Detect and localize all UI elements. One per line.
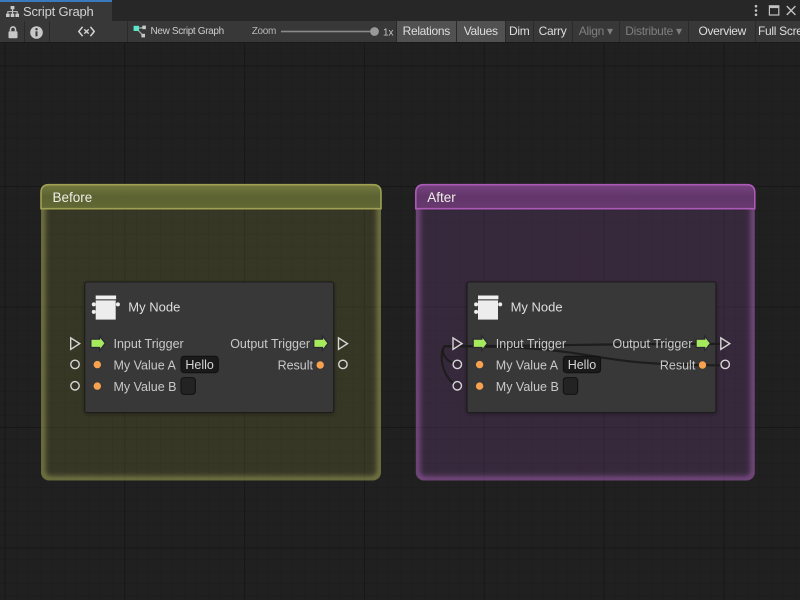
svg-text:Hello: Hello	[568, 358, 597, 372]
svg-text:Output Trigger: Output Trigger	[230, 337, 310, 351]
svg-text:Result: Result	[660, 359, 696, 373]
svg-text:Hello: Hello	[185, 358, 214, 372]
svg-text:Result: Result	[278, 359, 314, 373]
svg-text:1x: 1x	[383, 27, 394, 38]
svg-text:My Node: My Node	[128, 300, 180, 315]
svg-text:Input Trigger: Input Trigger	[496, 337, 566, 351]
svg-text:My Value B: My Value B	[114, 380, 177, 394]
svg-text:My Value A: My Value A	[114, 359, 177, 373]
svg-text:Input Trigger: Input Trigger	[114, 337, 184, 351]
svg-text:Output Trigger: Output Trigger	[612, 337, 692, 351]
svg-text:My Value B: My Value B	[496, 380, 559, 394]
svg-text:My Node: My Node	[511, 300, 563, 315]
svg-text:Before: Before	[53, 190, 93, 205]
svg-text:My Value A: My Value A	[496, 359, 559, 373]
svg-text:After: After	[427, 190, 456, 205]
